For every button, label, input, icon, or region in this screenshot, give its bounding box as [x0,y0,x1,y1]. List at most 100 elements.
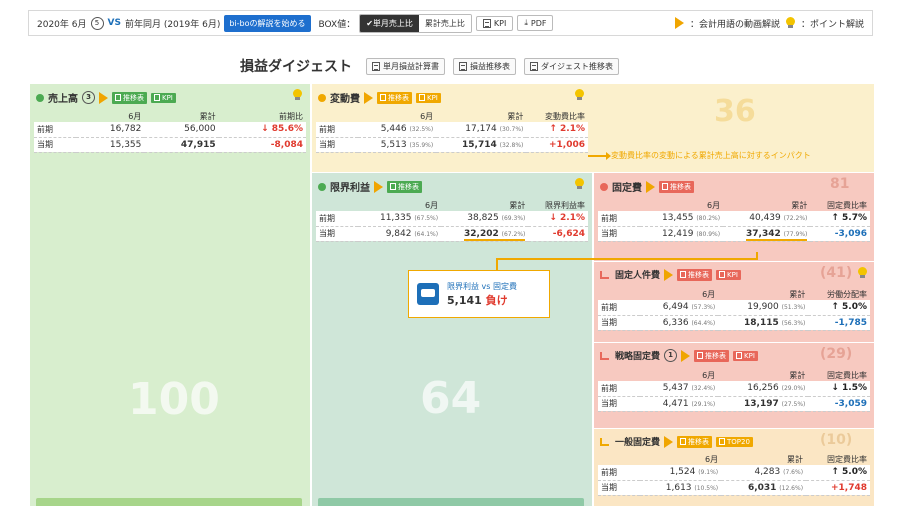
fixed-title: 固定費 [612,183,642,194]
strategic-cost-panel: 戦略固定費 1 推移表 KPI (29) 6月 累計 固定費比率 前期 5,437 (… [594,343,874,428]
row-label: 前期 [598,465,640,481]
document-icon [680,271,687,278]
general-top20-button[interactable]: TOP20 [716,436,753,447]
cell-pct: (64.1%) [414,230,439,238]
sales-kpi-button[interactable]: KPI [151,92,176,103]
sales-header: 売上高 3 推移表 KPI [36,90,176,105]
video-play-icon[interactable] [99,91,108,104]
lightbulb-icon[interactable] [575,178,584,190]
table-row: 前期 5,446 (32.5%) 17,174 (30.7%) ↑ 2.1% [316,122,588,138]
row-label: 当期 [598,226,640,242]
monthly-pl-button[interactable]: 単月損益計算書 [366,57,445,75]
general-table: 6月 累計 固定費比率 前期 1,524 (9.1%) 4,283 (7.6%) ↑ 5.… [598,453,870,496]
cell-value: 17,174 [465,124,497,135]
vs-label: VS [107,18,121,28]
document-icon [154,94,160,101]
strategic-trend-button[interactable]: 推移表 [694,349,730,362]
video-play-icon[interactable] [664,435,674,448]
col-ratio: 固定費比率 [827,454,867,464]
document-icon [459,61,467,71]
variable-impact-text: 変動費比率の変動による累計売上高に対するインパクト [611,151,811,160]
fixed-header: 固定費 推移表 [600,179,694,194]
compare-period-label[interactable]: 前年同月 (2019年 6月) [125,17,220,30]
callout-value: 5,141 [447,293,482,307]
strategic-kpi-button[interactable]: KPI [733,350,758,361]
cell-value: 6,031 [747,482,777,493]
variable-kpi-button[interactable]: KPI [416,92,441,103]
document-icon [372,61,380,71]
margin-trend-button[interactable]: 推移表 [387,180,422,193]
period-label[interactable]: 2020年 6月 [37,17,87,30]
table-row: 前期 6,494 (57.3%) 19,900 (51.3%) ↑ 5.0% [598,300,870,316]
lightbulb-icon[interactable] [293,89,302,101]
start-explanation-button[interactable]: bi-boの解説を始める [224,14,311,32]
sales-ratio-big: 100 [128,374,220,425]
variable-cost-panel: 変動費 推移表 KPI 6月 累計 変動費比率 前期 5,446 (32.5%) 17,… [312,84,592,172]
sub-item-icon [600,437,609,446]
kpi-button[interactable]: KPI [475,15,514,31]
cell-value: ↓ 85.6% [218,122,306,138]
kpi-button-label: KPI [493,18,507,28]
fixed-trend-button[interactable]: 推移表 [659,180,694,193]
cell-pct: (29.1%) [691,400,716,408]
monthly-sales-ratio-option[interactable]: ✔単月売上比 [360,14,419,32]
sales-table: 6月 累計 前期比 前期 16,782 56,000 ↓ 85.6% 当期 15,355 47… [34,110,306,153]
period-badge[interactable]: 5 [90,16,104,30]
col-ratio: 限界利益率 [545,200,585,210]
video-play-icon[interactable] [646,180,655,193]
cumulative-sales-ratio-option[interactable]: 累計売上比 [418,14,471,32]
app-root: 2020年 6月 5 VS 前年同月 (2019年 6月) bi-boの解説を始… [0,0,900,506]
variable-trend-button[interactable]: 推移表 [377,91,412,104]
cell-pct: (12.6%) [779,484,804,492]
sales-trend-button[interactable]: 推移表 [112,91,147,104]
cell-value: 47,915 [144,137,219,153]
variable-kpi-label: KPI [427,93,438,102]
table-row: 当期 5,513 (35.9%) 15,714 (32.8%) +1,006 [316,137,588,153]
cell-pct: (32.4%) [691,385,716,393]
row-label: 当期 [316,137,358,153]
row-label: 前期 [598,300,640,316]
digest-trend-button-label: ダイジェスト推移表 [541,61,613,71]
col-month: 6月 [702,289,716,299]
digest-trend-button[interactable]: ダイジェスト推移表 [524,57,619,75]
general-trend-label: 推移表 [688,437,710,446]
margin-subpanel-strip [318,498,584,506]
labor-kpi-button[interactable]: KPI [716,269,741,280]
strategic-badge-icon[interactable]: 1 [664,349,678,362]
cell-value: 5,437 [662,383,689,394]
lightbulb-icon[interactable] [575,89,584,101]
cell-value: -8,084 [218,137,306,153]
fixed-cost-panel: 固定費 推移表 81 6月 累計 固定費比率 前期 13,455 (80.2%) 40,… [594,173,874,261]
cell-value: -3,059 [808,396,870,412]
strategic-title: 戦略固定費 [615,352,661,362]
pl-trend-button[interactable]: 損益推移表 [453,57,516,75]
document-icon [680,438,687,445]
pdf-button-label: PDF [530,18,547,28]
col-ratio: 労働分配率 [827,289,867,299]
variable-header: 変動費 推移表 KPI [318,90,441,105]
general-trend-button[interactable]: 推移表 [677,435,713,448]
table-row: 当期 4,471 (29.1%) 13,197 (27.5%) -3,059 [598,396,870,412]
labor-trend-button[interactable]: 推移表 [677,268,713,281]
lightbulb-icon[interactable] [858,267,867,279]
cell-value: ↓ 2.1% [528,211,588,227]
video-play-icon[interactable] [664,268,674,281]
video-play-icon [674,17,684,29]
table-row: 当期 12,419 (80.9%) 37,342 (77.9%) -3,096 [598,226,870,242]
margin-header: 限界利益 推移表 [318,179,422,194]
cell-pct: (67.2%) [501,230,526,238]
strategic-trend-label: 推移表 [705,351,727,360]
sales-badge[interactable]: 3 [82,91,95,104]
cell-value: 15,355 [76,137,145,153]
sales-kpi-label: KPI [162,93,173,102]
cell-pct: (29.0%) [781,385,806,393]
video-play-icon[interactable] [374,180,383,193]
pdf-button[interactable]: ⤓ PDF [517,15,554,31]
fixed-table: 6月 累計 固定費比率 前期 13,455 (80.2%) 40,439 (72.2%)… [598,199,870,242]
video-play-icon[interactable] [364,91,373,104]
col-ratio: 前期比 [279,111,303,121]
row-label: 前期 [316,211,358,227]
video-play-icon[interactable] [681,349,691,362]
cell-pct: (67.5%) [414,215,439,223]
cell-pct: (80.2%) [696,215,721,223]
